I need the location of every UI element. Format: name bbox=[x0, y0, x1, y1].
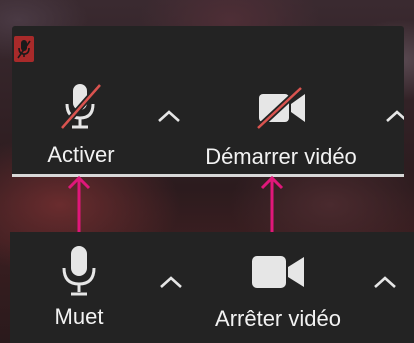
unmute-button[interactable]: Activer bbox=[38, 82, 124, 168]
stop-video-label: Arrêter vidéo bbox=[215, 306, 341, 331]
mute-button[interactable]: Muet bbox=[36, 244, 122, 330]
chevron-up-icon[interactable] bbox=[384, 108, 404, 124]
video-camera-off-icon bbox=[255, 86, 305, 130]
chevron-up-icon[interactable] bbox=[158, 274, 184, 290]
microphone-muted-icon bbox=[59, 83, 103, 130]
stop-video-button[interactable]: Arrêter vidéo bbox=[198, 252, 358, 332]
microphone-muted-icon bbox=[17, 40, 31, 59]
chevron-up-icon[interactable] bbox=[156, 108, 182, 124]
microphone-icon bbox=[62, 246, 96, 296]
muted-indicator bbox=[14, 36, 34, 62]
unmute-label: Activer bbox=[47, 142, 115, 167]
start-video-label: Démarrer vidéo bbox=[205, 144, 357, 169]
arrow-up-icon bbox=[260, 175, 284, 234]
video-camera-icon bbox=[252, 256, 304, 288]
arrow-up-icon bbox=[67, 175, 91, 234]
start-video-button[interactable]: Démarrer vidéo bbox=[195, 86, 367, 170]
mute-label: Muet bbox=[54, 304, 104, 329]
chevron-up-icon[interactable] bbox=[372, 274, 398, 290]
